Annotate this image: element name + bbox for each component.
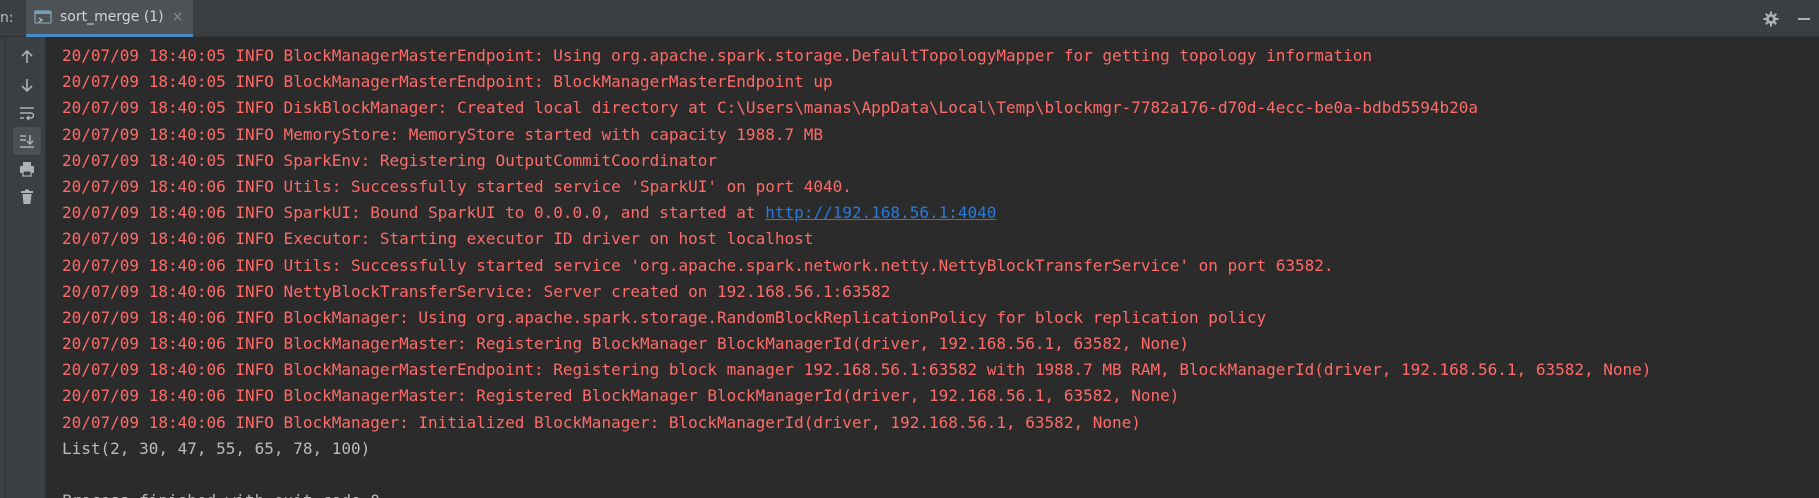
log-line-text: 20/07/09 18:40:05 INFO BlockManagerMaste… [62,46,1373,65]
log-line-text: List(2, 30, 47, 55, 65, 78, 100) [62,438,371,458]
log-line-stderr: 20/07/09 18:40:06 INFO Executor: Startin… [62,226,1651,252]
console-output[interactable]: 20/07/09 18:40:05 INFO BlockManagerMaste… [47,37,1819,498]
print-icon [19,161,35,177]
log-line-stdout: Process finished with exit code 0 [62,488,1651,498]
log-line-text: 20/07/09 18:40:06 INFO BlockManager: Usi… [62,307,1267,327]
log-line-stderr: 20/07/09 18:40:06 INFO SparkUI: Bound Sp… [62,200,1651,226]
log-line-text: 20/07/09 18:40:06 INFO BlockManagerMaste… [62,386,1180,406]
log-line-text: 20/07/09 18:40:06 INFO SparkUI: Bound Sp… [62,203,766,223]
log-line-stderr: 20/07/09 18:40:06 INFO BlockManager: Usi… [62,305,1651,331]
scroll-to-end-icon [19,133,35,149]
log-line-stderr: 20/07/09 18:40:05 INFO BlockManagerMaste… [62,43,1651,69]
log-line-stderr: 20/07/09 18:40:05 INFO MemoryStore: Memo… [62,122,1651,148]
log-line-stderr: 20/07/09 18:40:06 INFO NettyBlockTransfe… [62,279,1651,305]
gear-icon[interactable] [1763,11,1779,27]
log-line-text: 20/07/09 18:40:06 INFO Utils: Successful… [62,176,852,196]
arrow-down-icon [19,77,35,93]
scala-run-config-icon [34,9,52,25]
log-line-stderr: 20/07/09 18:40:06 INFO BlockManagerMaste… [62,383,1651,409]
tab-sort-merge[interactable]: sort_merge (1) × [26,0,194,37]
log-line-stdout: List(2, 30, 47, 55, 65, 78, 100) [62,436,1651,462]
log-line-stderr: 20/07/09 18:40:06 INFO Utils: Successful… [62,174,1651,200]
log-line-text: 20/07/09 18:40:05 INFO BlockManagerMaste… [62,72,833,92]
log-line-stdout [62,462,1651,488]
log-line-text: 20/07/09 18:40:06 INFO NettyBlockTransfe… [62,281,891,301]
log-line-stderr: 20/07/09 18:40:06 INFO BlockManagerMaste… [62,331,1651,357]
close-tab-icon[interactable]: × [172,10,184,24]
log-line-text: 20/07/09 18:40:06 INFO BlockManagerMaste… [62,360,1652,380]
log-line-stderr: 20/07/09 18:40:06 INFO BlockManagerMaste… [62,357,1651,383]
log-line-stderr: 20/07/09 18:40:06 INFO BlockManager: Ini… [62,410,1651,436]
spark-ui-link[interactable]: http://192.168.56.1:4040 [765,203,996,222]
next-occurrence-button[interactable] [13,71,41,99]
soft-wrap-button[interactable] [13,99,41,127]
log-line-text: 20/07/09 18:40:05 INFO MemoryStore: Memo… [62,124,823,144]
log-line-text: 20/07/09 18:40:05 INFO SparkEnv: Registe… [62,150,718,170]
log-line-text: 20/07/09 18:40:06 INFO Utils: Successful… [62,255,1334,275]
run-tool-window: n: sort_merge (1) × 20/07/09 18:40:05 IN… [0,0,1819,498]
log-line-text: 20/07/09 18:40:06 INFO BlockManager: Ini… [62,412,1141,432]
log-line-stderr: 20/07/09 18:40:05 INFO BlockManagerMaste… [62,69,1651,95]
soft-wrap-icon [19,105,35,121]
tab-label: sort_merge (1) [60,9,164,25]
log-line-text: 20/07/09 18:40:06 INFO BlockManagerMaste… [62,334,1190,354]
log-line-text: 20/07/09 18:40:06 INFO Executor: Startin… [62,229,814,249]
log-line-text: Process finished with exit code 0 [62,491,380,498]
arrow-up-icon [19,49,35,65]
log-line-stderr: 20/07/09 18:40:05 INFO DiskBlockManager:… [62,95,1651,121]
console-lines: 20/07/09 18:40:05 INFO BlockManagerMaste… [62,43,1651,498]
minimize-icon[interactable] [1797,12,1811,26]
tab-bar-actions [1763,0,1811,37]
print-button[interactable] [13,155,41,183]
clear-all-button[interactable] [13,183,41,211]
trash-icon [19,189,35,205]
log-line-stderr: 20/07/09 18:40:05 INFO SparkEnv: Registe… [62,148,1651,174]
log-line-stderr: 20/07/09 18:40:06 INFO Utils: Successful… [62,253,1651,279]
console-toolbar [6,37,46,498]
scroll-to-end-button[interactable] [13,127,41,155]
tool-window-title-fragment: n: [0,10,14,26]
run-tab-bar: n: sort_merge (1) × [0,0,1819,37]
previous-occurrence-button[interactable] [13,43,41,71]
log-line-text: 20/07/09 18:40:05 INFO DiskBlockManager:… [62,98,1479,118]
